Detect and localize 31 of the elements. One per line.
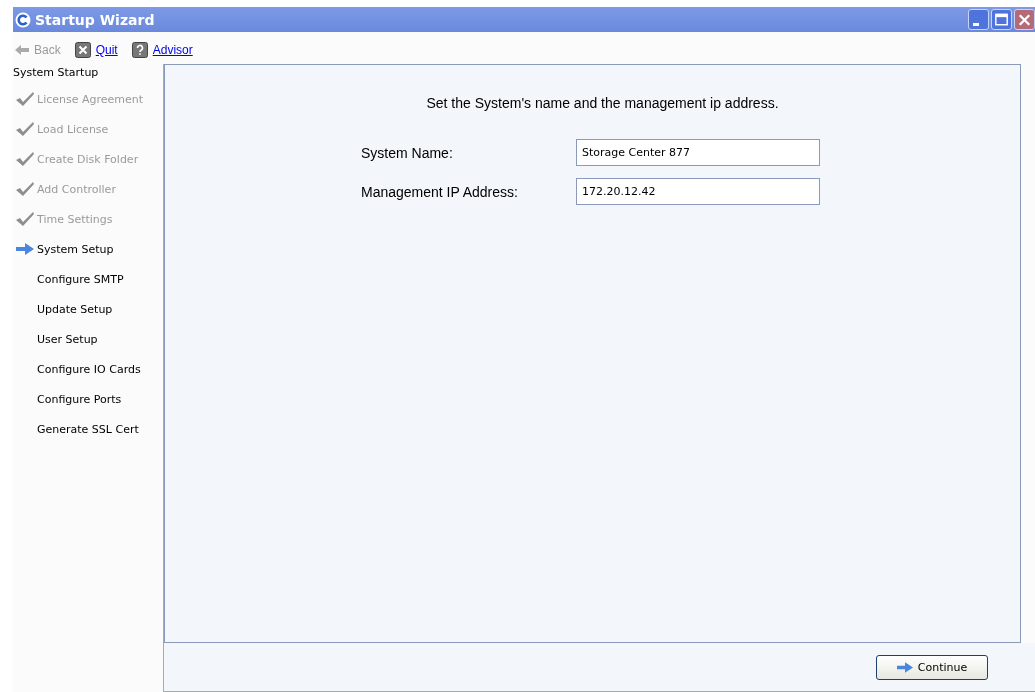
wizard-step: Configure IO Cards: [37, 362, 141, 376]
minimize-icon: [972, 22, 979, 26]
field-label: Management IP Address:: [361, 183, 519, 200]
wizard-step: Time Settings: [37, 212, 113, 226]
advisor-link[interactable]: Advisor: [152, 43, 193, 57]
quit-link[interactable]: Quit: [95, 43, 118, 57]
close-icon: [74, 42, 91, 58]
wizard-step: Configure Ports: [37, 392, 122, 406]
help-icon: [131, 42, 148, 58]
back-arrow-icon: [15, 45, 29, 55]
wizard-step: User Setup: [37, 332, 98, 346]
input-field[interactable]: Storage Center 877: [576, 139, 820, 166]
wizard-step: Generate SSL Cert: [37, 422, 139, 436]
continue-button[interactable]: Continue: [876, 654, 988, 680]
close-button[interactable]: [1014, 9, 1035, 30]
input-field[interactable]: 172.20.12.42: [576, 178, 820, 205]
wizard-step: License Agreement: [37, 92, 144, 106]
sidebar-heading: System Startup: [13, 65, 100, 81]
wizard-step: Configure SMTP: [37, 272, 124, 286]
maximize-button[interactable]: [991, 9, 1012, 30]
window-title: Startup Wizard: [35, 11, 155, 28]
arrow-icon: [896, 661, 913, 673]
field-label: System Name:: [361, 144, 454, 161]
instruction-text: Set the System's name and the management ip address.: [425, 95, 780, 111]
app-logo-icon: [15, 11, 31, 28]
wizard-step: Update Setup: [37, 302, 113, 316]
wizard-step: Load License: [37, 122, 109, 136]
wizard-step: Create Disk Folder: [37, 152, 139, 166]
wizard-step: Add Controller: [37, 182, 116, 196]
minimize-button[interactable]: [968, 9, 989, 30]
wizard-step: System Setup: [37, 242, 114, 256]
